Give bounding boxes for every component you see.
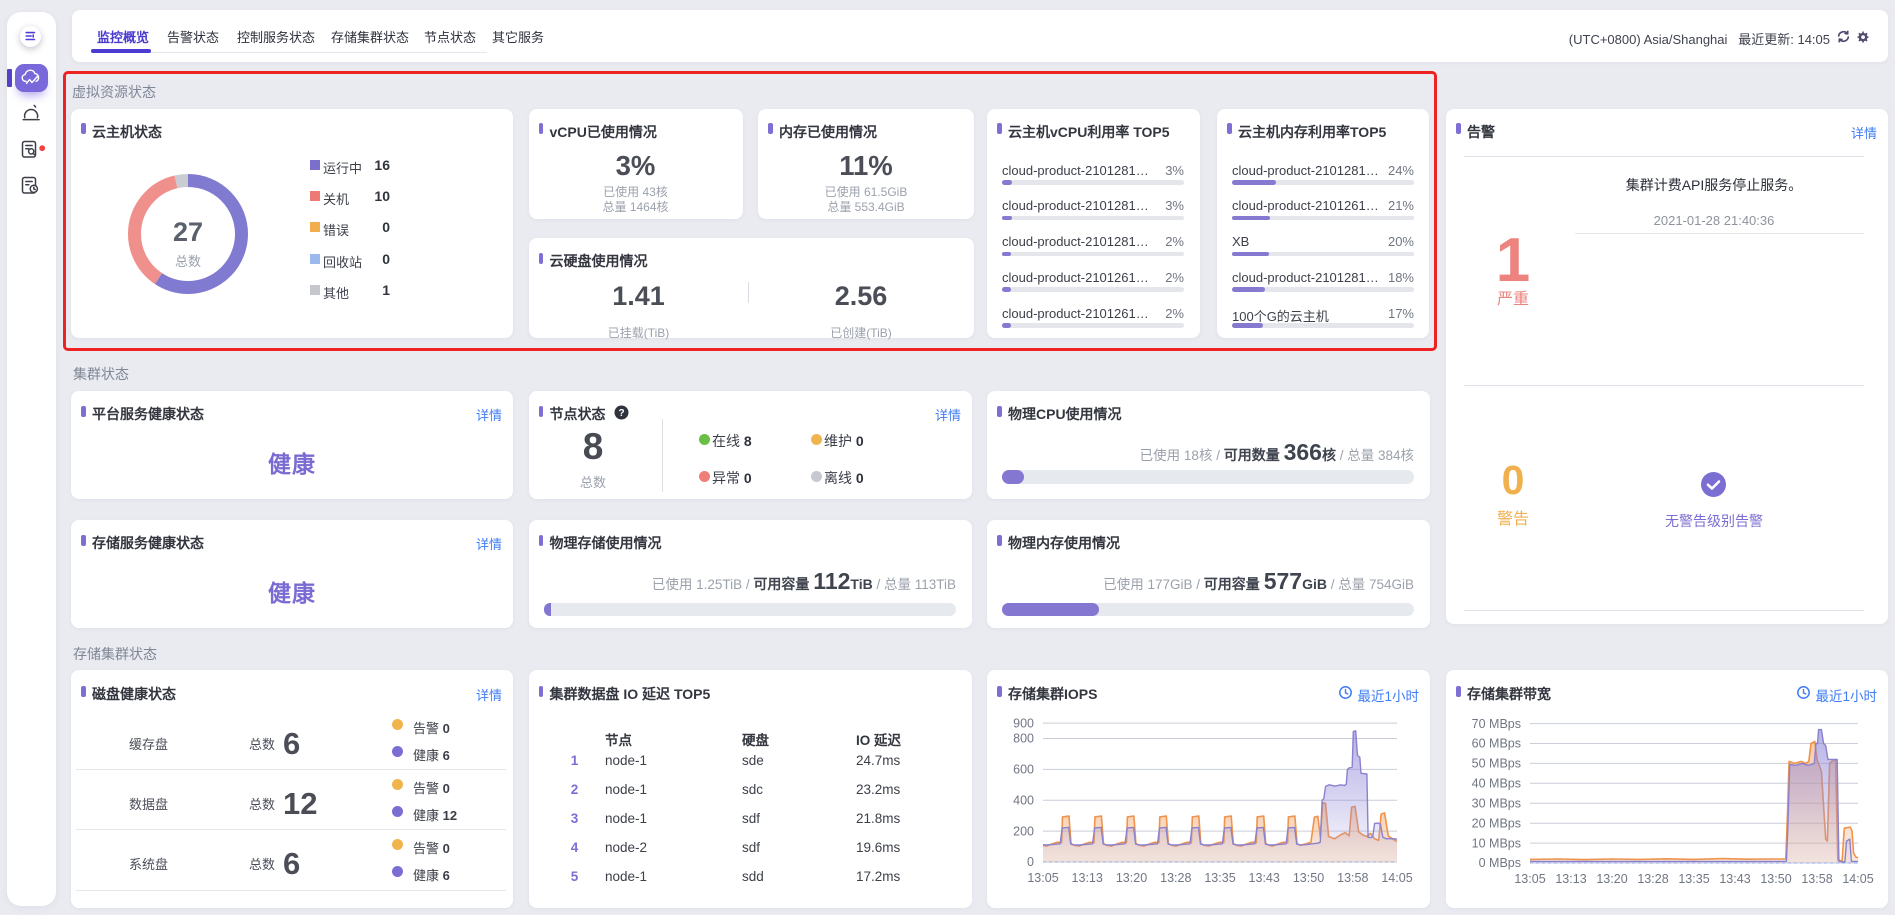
svg-text:60 MBps: 60 MBps (1472, 737, 1521, 751)
svg-text:20 MBps: 20 MBps (1472, 816, 1521, 830)
svg-text:10 MBps: 10 MBps (1472, 836, 1521, 850)
svg-text:0 MBps: 0 MBps (1479, 856, 1521, 870)
svg-text:13:28: 13:28 (1637, 872, 1668, 886)
svg-text:50 MBps: 50 MBps (1472, 757, 1521, 771)
svg-text:13:43: 13:43 (1719, 872, 1750, 886)
svg-text:13:05: 13:05 (1514, 872, 1545, 886)
svg-text:13:58: 13:58 (1337, 871, 1368, 885)
svg-text:14:05: 14:05 (1381, 871, 1412, 885)
svg-text:600: 600 (1013, 763, 1034, 777)
svg-text:13:20: 13:20 (1596, 872, 1627, 886)
svg-text:13:50: 13:50 (1760, 872, 1791, 886)
svg-text:13:35: 13:35 (1204, 871, 1235, 885)
svg-text:200: 200 (1013, 824, 1034, 838)
svg-text:?: ? (618, 408, 624, 419)
svg-text:13:43: 13:43 (1249, 871, 1280, 885)
svg-text:13:13: 13:13 (1555, 872, 1586, 886)
svg-text:400: 400 (1013, 794, 1034, 808)
svg-text:900: 900 (1013, 716, 1034, 730)
svg-text:13:20: 13:20 (1116, 871, 1147, 885)
svg-text:13:28: 13:28 (1160, 871, 1191, 885)
svg-text:70 MBps: 70 MBps (1472, 717, 1521, 731)
svg-text:800: 800 (1013, 732, 1034, 746)
svg-text:14:05: 14:05 (1842, 872, 1873, 886)
svg-text:13:50: 13:50 (1293, 871, 1324, 885)
svg-text:13:05: 13:05 (1027, 871, 1058, 885)
svg-text:30 MBps: 30 MBps (1472, 797, 1521, 811)
svg-text:40 MBps: 40 MBps (1472, 777, 1521, 791)
svg-text:13:35: 13:35 (1678, 872, 1709, 886)
svg-text:0: 0 (1027, 855, 1034, 869)
svg-text:13:13: 13:13 (1072, 871, 1103, 885)
svg-text:13:58: 13:58 (1801, 872, 1832, 886)
